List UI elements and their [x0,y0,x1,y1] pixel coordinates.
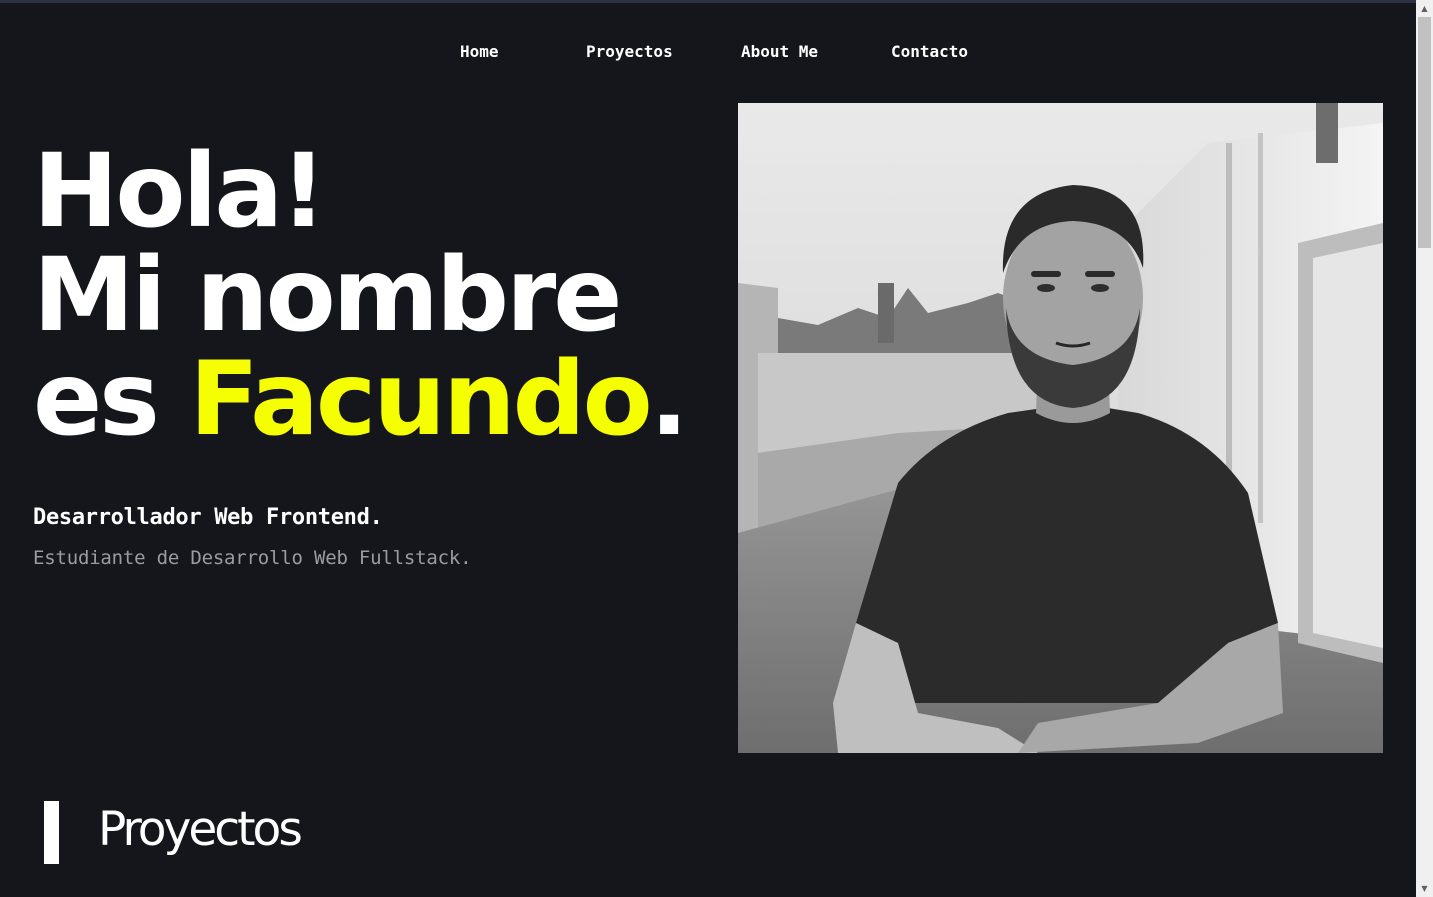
section-title-proyectos: Proyectos [98,802,303,857]
hero-prefix: es [33,340,190,459]
vertical-scrollbar[interactable]: ▲ ▼ [1416,0,1433,897]
hero-suffix: . [649,340,689,459]
nav-link-home[interactable]: Home [460,42,499,61]
hero-study: Estudiante de Desarrollo Web Fullstack. [33,547,472,569]
arrow-up-icon[interactable]: ▲ [1416,0,1433,17]
nav-link-contacto[interactable]: Contacto [891,42,968,61]
window-top-border [0,0,1416,3]
hero-line-greeting: Hola! [33,132,327,251]
hero-heading: Hola! Mi nombre es Facundo. [33,140,733,452]
nav-link-proyectos[interactable]: Proyectos [586,42,673,61]
arrow-down-icon[interactable]: ▼ [1416,880,1433,897]
section-accent-bar [44,801,59,864]
hero-line-name-intro: Mi nombre [33,236,622,355]
hero-name-highlight: Facundo [189,340,652,459]
profile-photo [738,103,1383,753]
hero-line-name: es Facundo. [33,348,733,452]
portrait-photo-icon [738,103,1383,753]
nav-link-about-me[interactable]: About Me [741,42,818,61]
hero-role: Desarrollador Web Frontend. [33,505,383,530]
main-nav: Home Proyectos About Me Contacto [0,42,1416,66]
scrollbar-thumb[interactable] [1418,17,1431,248]
